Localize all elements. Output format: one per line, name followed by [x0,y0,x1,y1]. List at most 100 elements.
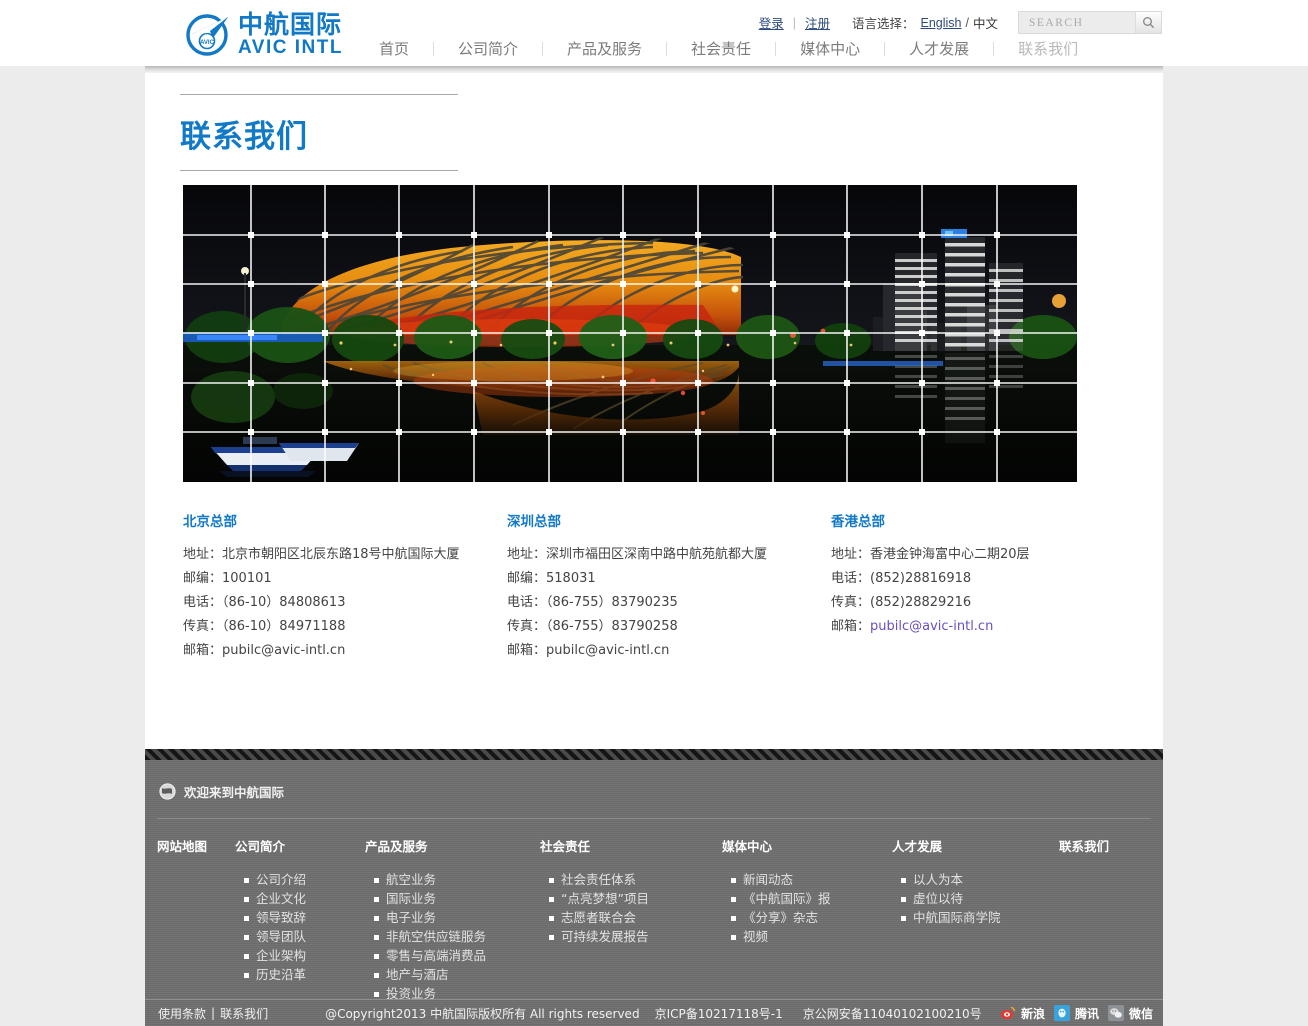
search-box [1018,11,1162,34]
nav-item-1[interactable]: 公司简介 [434,38,542,59]
sitemap-item-label: 国际业务 [386,890,436,909]
sitemap-item-label: “点亮梦想”项目 [561,890,649,909]
sitemap-item[interactable]: 电子业务 [365,909,540,928]
sitemap-list: 航空业务国际业务电子业务非航空供应链服务零售与高端消费品地产与酒店投资业务 [365,871,540,1004]
contact-email-link[interactable]: pubilc@avic-intl.cn [870,619,993,634]
nav-item-2[interactable]: 产品及服务 [543,38,666,59]
language-chinese-link[interactable]: 中文 [973,13,998,32]
sina-weibo-icon [1000,1005,1016,1021]
sitemap-item[interactable]: “点亮梦想”项目 [540,890,722,909]
page-title: 联系我们 [180,95,458,170]
terms-link[interactable]: 使用条款 [158,1005,206,1022]
sitemap-column-2: 社会责任社会责任体系“点亮梦想”项目志愿者联合会可持续发展报告 [540,836,722,1004]
contact-row-label: 邮箱： [831,619,870,634]
sitemap-item-label: 公司介绍 [256,871,306,890]
search-icon [1142,16,1155,29]
bullet-icon [549,935,554,940]
svg-text:AVIC: AVIC [200,40,215,46]
sitemap-item[interactable]: 中航国际商学院 [892,909,1059,928]
sitemap-item[interactable]: 《中航国际》报 [722,890,892,909]
footer-welcome: 欢迎来到中航国际 [159,782,284,801]
bullet-icon [901,878,906,883]
social-name: 微信 [1129,1005,1153,1022]
sitemap-item[interactable]: 视频 [722,928,892,947]
language-english-link[interactable]: English [921,16,962,30]
contact-row-label: 地址： [183,547,222,562]
sitemap-list: 社会责任体系“点亮梦想”项目志愿者联合会可持续发展报告 [540,871,722,947]
contact-row-value: （86-755）83790235 [546,595,678,610]
bullet-icon [549,897,554,902]
sitemap-item[interactable]: 志愿者联合会 [540,909,722,928]
contact-row-value: 香港金钟海富中心二期20层 [870,547,1030,562]
sitemap-item-label: 电子业务 [386,909,436,928]
sitemap-item[interactable]: 新闻动态 [722,871,892,890]
search-button[interactable] [1135,12,1161,33]
site-logo[interactable]: AVIC 中航国际 AVIC INTL [186,12,343,57]
sitemap-label-column: 网站地图 [157,836,235,1004]
sitemap-item[interactable]: 以人为本 [892,871,1059,890]
nav-item-5[interactable]: 人才发展 [885,38,993,59]
sitemap-column-head[interactable]: 社会责任 [540,836,722,855]
sitemap-column-1: 产品及服务航空业务国际业务电子业务非航空供应链服务零售与高端消费品地产与酒店投资… [365,836,540,1004]
sitemap-item-label: 新闻动态 [743,871,793,890]
sitemap-label: 网站地图 [157,836,235,855]
sitemap-item[interactable]: 非航空供应链服务 [365,928,540,947]
contact-row-value: （86-755）83790258 [546,619,678,634]
nav-item-0[interactable]: 首页 [355,38,433,59]
sitemap-column-head[interactable]: 媒体中心 [722,836,892,855]
sitemap-column-head[interactable]: 联系我们 [1059,836,1157,855]
nav-item-6[interactable]: 联系我们 [994,38,1102,59]
footer-sitemap: 网站地图公司简介公司介绍企业文化领导致辞领导团队企业架构历史沿革产品及服务航空业… [157,836,1157,1004]
icp-link[interactable]: 京ICP备10217118号-1 [655,1005,783,1022]
register-link[interactable]: 注册 [805,13,830,32]
contact-column-2: 香港总部地址：香港金钟海富中心二期20层电话：(852)28816918传真：(… [831,510,1081,663]
nav-item-3[interactable]: 社会责任 [667,38,775,59]
sitemap-item-label: 领导团队 [256,928,306,947]
sitemap-item[interactable]: 领导团队 [235,928,365,947]
copyright-text: @Copyright2013 中航国际版权所有 All rights reser… [325,1005,639,1022]
sitemap-item[interactable]: 公司介绍 [235,871,365,890]
footer-contact-link[interactable]: 联系我们 [220,1005,268,1022]
sitemap-item[interactable]: 历史沿革 [235,966,365,985]
police-record-link[interactable]: 京公网安备11040102100210号 [803,1005,982,1022]
social-name: 新浪 [1021,1005,1045,1022]
main-navigation: 首页公司简介产品及服务社会责任媒体中心人才发展联系我们 [355,38,1102,59]
sitemap-column-head[interactable]: 公司简介 [235,836,365,855]
bullet-icon [374,992,379,997]
sitemap-item[interactable]: 航空业务 [365,871,540,890]
contact-row: 电话：(852)28816918 [831,567,1081,591]
bullet-icon [549,916,554,921]
social-link-2[interactable]: 微信 [1108,1005,1153,1022]
sitemap-item[interactable]: 可持续发展报告 [540,928,722,947]
sitemap-item-label: 地产与酒店 [386,966,449,985]
bullet-icon [731,935,736,940]
sitemap-item[interactable]: 地产与酒店 [365,966,540,985]
sitemap-item[interactable]: 零售与高端消费品 [365,947,540,966]
nav-item-4[interactable]: 媒体中心 [776,38,884,59]
language-label: 语言选择： [852,13,915,32]
sitemap-item[interactable]: 企业架构 [235,947,365,966]
sitemap-column-0: 公司简介公司介绍企业文化领导致辞领导团队企业架构历史沿革 [235,836,365,1004]
contact-row: 传真：（86-755）83790258 [507,615,831,639]
bullet-icon [731,897,736,902]
sitemap-item-label: 企业文化 [256,890,306,909]
sitemap-item-label: 领导致辞 [256,909,306,928]
sitemap-column-head[interactable]: 产品及服务 [365,836,540,855]
sitemap-column-head[interactable]: 人才发展 [892,836,1059,855]
contact-row: 电话：（86-755）83790235 [507,591,831,615]
tencent-qq-icon [1054,1005,1070,1021]
sitemap-item[interactable]: 领导致辞 [235,909,365,928]
sitemap-item[interactable]: 社会责任体系 [540,871,722,890]
sitemap-item-label: 志愿者联合会 [561,909,636,928]
contact-row-value: 518031 [546,571,596,586]
bullet-icon [374,916,379,921]
contact-row-label: 传真： [831,595,870,610]
sitemap-item[interactable]: 企业文化 [235,890,365,909]
sitemap-item[interactable]: 国际业务 [365,890,540,909]
sitemap-item[interactable]: 《分享》杂志 [722,909,892,928]
search-input[interactable] [1019,12,1129,33]
social-link-0[interactable]: 新浪 [1000,1005,1045,1022]
social-link-1[interactable]: 腾讯 [1054,1005,1099,1022]
sitemap-item[interactable]: 虚位以待 [892,890,1059,909]
login-link[interactable]: 登录 [759,13,784,32]
